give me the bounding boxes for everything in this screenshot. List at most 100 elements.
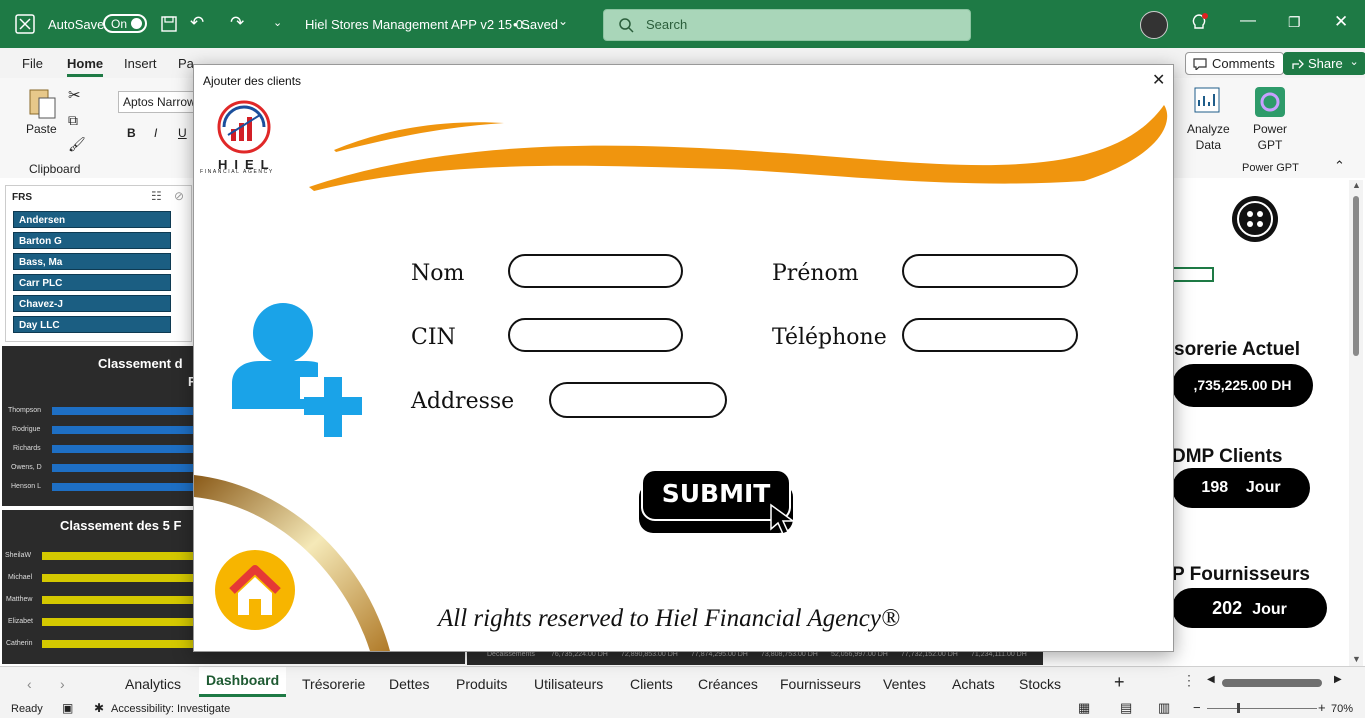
zoom-level[interactable]: 70% [1331, 703, 1353, 715]
sheet-tab-clients[interactable]: Clients [630, 676, 673, 692]
add-client-dialog[interactable]: Ajouter des clients ✕ HIEL FINANCIAL AGE… [193, 64, 1174, 652]
scroll-up-icon[interactable]: ▲ [1352, 180, 1361, 190]
sheet-tab-utilisateurs[interactable]: Utilisateurs [534, 676, 603, 692]
sheet-tab-creances[interactable]: Créances [698, 676, 758, 692]
font-name-select[interactable]: Aptos Narrow [118, 91, 198, 113]
autosave-toggle[interactable]: On [103, 14, 147, 33]
dmp-clients-number: 198 [1201, 479, 1229, 496]
prenom-input[interactable] [902, 254, 1078, 288]
tab-page-layout[interactable]: Pa [178, 56, 194, 71]
power-gpt-icon[interactable] [1254, 86, 1286, 118]
normal-view-icon[interactable]: ▦ [1078, 700, 1090, 716]
sheet-tab-analytics[interactable]: Analytics [125, 676, 181, 692]
sheet-tab-fournisseurs[interactable]: Fournisseurs [780, 676, 861, 692]
customize-qat-icon[interactable]: ⌄ [273, 16, 282, 29]
zoom-out-icon[interactable]: − [1193, 700, 1201, 715]
search-box[interactable]: Search [603, 9, 971, 41]
chart-row-label: Henson L [11, 483, 41, 490]
collapse-ribbon-icon[interactable]: ⌃ [1334, 158, 1345, 174]
prev-sheet-icon[interactable]: ‹ [27, 676, 32, 692]
power-gpt-button[interactable]: Power GPT [1253, 121, 1287, 153]
frs-slicer[interactable]: FRS ☷ ⊘ Andersen Barton G Bass, Ma Carr … [5, 185, 192, 342]
chart-bar [42, 618, 193, 626]
cut-icon[interactable]: ✂ [68, 86, 81, 104]
sheet-tab-tresorerie[interactable]: Trésorerie [302, 676, 365, 692]
chart-row-label: Thompson [8, 407, 42, 414]
status-bar: Ready ▣ ✱ Accessibility: Investigate ▦ ▤… [0, 699, 1365, 718]
vertical-scrollbar[interactable]: ▲ ▼ [1349, 180, 1363, 666]
slicer-item[interactable]: Carr PLC [13, 274, 171, 291]
undo-icon[interactable]: ↶ [190, 13, 204, 33]
close-window-icon[interactable]: ✕ [1334, 12, 1348, 32]
slicer-item[interactable]: Day LLC [13, 316, 171, 333]
copy-icon[interactable]: ⧉ [68, 112, 78, 129]
share-button[interactable]: Share ⌄ [1283, 52, 1365, 75]
lightbulb-icon[interactable] [1190, 13, 1208, 35]
page-break-view-icon[interactable]: ▥ [1158, 700, 1170, 716]
analyze-data-icon[interactable] [1193, 86, 1223, 116]
slicer-item[interactable]: Bass, Ma [13, 253, 171, 270]
minimize-icon[interactable]: — [1240, 12, 1256, 30]
slicer-item[interactable]: Barton G [13, 232, 171, 249]
sheet-tab-ventes[interactable]: Ventes [883, 676, 926, 692]
page-layout-view-icon[interactable]: ▤ [1120, 700, 1132, 716]
macro-record-icon[interactable]: ▣ [62, 701, 73, 715]
more-options-icon[interactable]: ⋮ [1182, 672, 1196, 689]
home-button[interactable] [214, 549, 296, 631]
nom-input[interactable] [508, 254, 683, 288]
chart-bar [42, 596, 193, 604]
save-icon[interactable] [160, 15, 178, 33]
add-user-icon [232, 303, 362, 437]
avatar[interactable] [1140, 11, 1168, 39]
zoom-slider-thumb[interactable] [1237, 703, 1240, 713]
hscroll-thumb[interactable] [1222, 679, 1322, 687]
sheet-tab-produits[interactable]: Produits [456, 676, 507, 692]
tab-insert[interactable]: Insert [124, 56, 157, 71]
tab-home[interactable]: Home [67, 56, 104, 77]
slicer-item[interactable]: Andersen [13, 211, 171, 228]
multiselect-icon[interactable]: ☷ [151, 189, 162, 203]
row-label: Décaissements [487, 651, 535, 658]
add-sheet-icon[interactable]: + [1114, 672, 1125, 693]
menu-dots-icon[interactable] [1230, 194, 1280, 244]
sheet-tab-dashboard[interactable]: Dashboard [199, 667, 287, 697]
tab-file[interactable]: File [22, 56, 43, 71]
analyze-data-button[interactable]: Analyze Data [1187, 121, 1230, 153]
scroll-thumb[interactable] [1353, 196, 1359, 356]
close-dialog-icon[interactable]: ✕ [1152, 70, 1165, 90]
sheet-tab-dettes[interactable]: Dettes [389, 676, 429, 692]
selected-cell[interactable] [1172, 267, 1214, 282]
sheet-tab-stocks[interactable]: Stocks [1019, 676, 1061, 692]
search-placeholder: Search [646, 17, 688, 32]
cin-input[interactable] [508, 318, 683, 352]
redo-icon[interactable]: ↷ [230, 13, 244, 33]
slicer-item[interactable]: Chavez-J [13, 295, 171, 312]
adresse-input[interactable] [549, 382, 727, 418]
paste-button[interactable]: Paste [26, 122, 57, 136]
hscroll-left-icon[interactable]: ◀ [1207, 674, 1215, 685]
document-title[interactable]: Hiel Stores Management APP v2 15 0... [305, 17, 534, 32]
clear-filter-icon[interactable]: ⊘ [174, 189, 184, 203]
underline-button[interactable]: U [178, 126, 187, 140]
comments-button[interactable]: Comments [1185, 52, 1284, 75]
dmp-suppliers-label: P Fournisseurs [1172, 564, 1310, 585]
accessibility-icon[interactable]: ✱ [94, 701, 104, 715]
accessibility-status[interactable]: Accessibility: Investigate [111, 703, 230, 715]
dialog-title-bar: Ajouter des clients ✕ [194, 65, 1173, 95]
top-suppliers-chart[interactable]: Classement d F Thompson Rodrigue Richard… [2, 346, 196, 506]
format-painter-icon[interactable]: 🖌 [68, 136, 86, 153]
submit-button[interactable]: SUBMIT [639, 469, 796, 535]
chart-bar [42, 640, 193, 648]
chevron-down-icon[interactable]: ⌄ [558, 14, 568, 28]
zoom-in-icon[interactable]: + [1318, 700, 1326, 715]
telephone-input[interactable] [902, 318, 1078, 352]
paste-icon[interactable] [27, 86, 57, 120]
zoom-slider[interactable] [1207, 708, 1317, 709]
next-sheet-icon[interactable]: › [60, 676, 65, 692]
sheet-tab-achats[interactable]: Achats [952, 676, 995, 692]
bold-button[interactable]: B [127, 126, 136, 140]
restore-icon[interactable]: ❐ [1288, 14, 1301, 31]
scroll-down-icon[interactable]: ▼ [1352, 654, 1361, 664]
hscroll-right-icon[interactable]: ▶ [1334, 674, 1342, 685]
italic-button[interactable]: I [154, 126, 157, 140]
